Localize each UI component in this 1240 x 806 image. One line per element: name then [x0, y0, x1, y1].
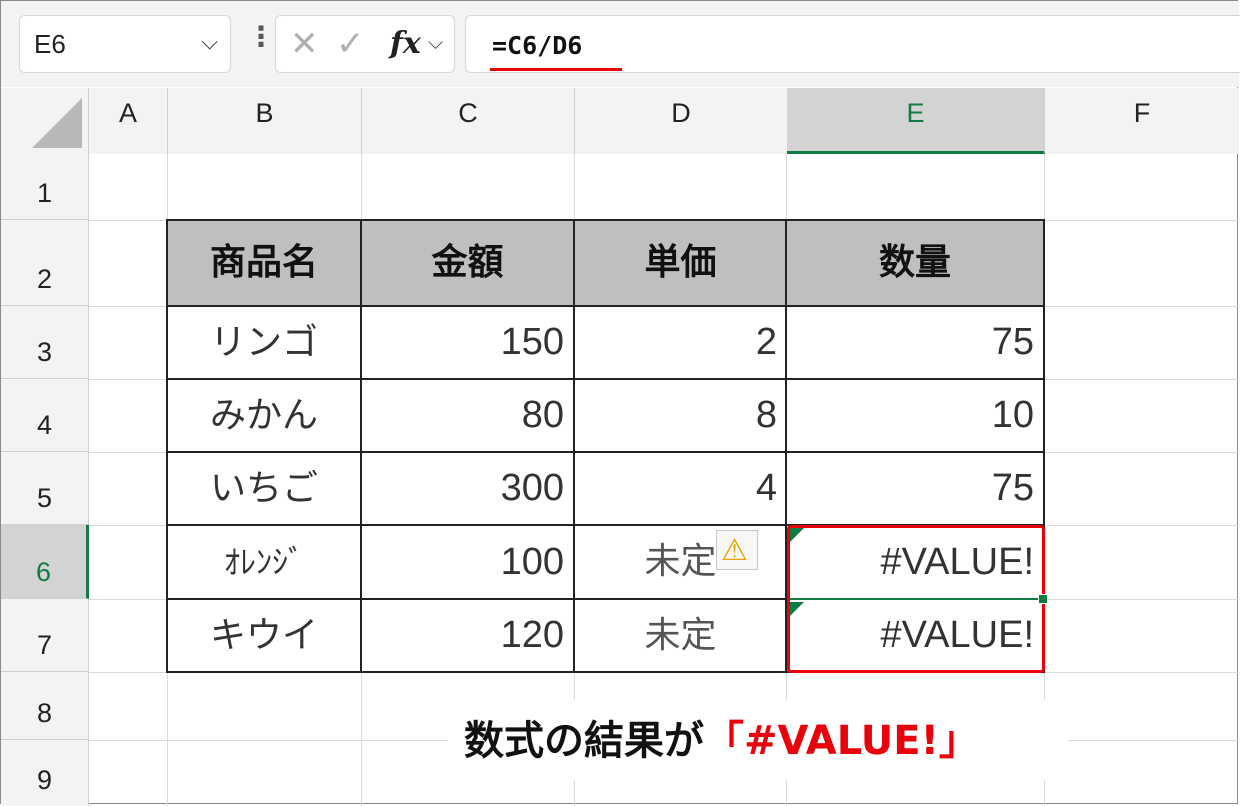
table-border — [166, 305, 1045, 307]
table-cell[interactable]: 未定 — [574, 599, 787, 672]
table-cell[interactable]: 10 — [786, 379, 1044, 452]
caption-prefix: 数式の結果が — [464, 718, 704, 764]
table-header-quantity[interactable]: 数量 — [786, 220, 1044, 306]
row-header-8[interactable]: 8 — [1, 672, 89, 740]
column-header-a[interactable]: A — [89, 88, 168, 154]
column-headers: A B C D E F — [1, 88, 1239, 154]
formula-bar-area: E6 ⌵ ⋮ ✕ ✓ fx ⌵ =C6/D6 — [1, 1, 1240, 87]
table-cell[interactable]: リンゴ — [167, 306, 361, 379]
table-border — [573, 219, 575, 673]
cell-selection-border — [790, 598, 1042, 600]
table-header-product[interactable]: 商品名 — [167, 220, 361, 306]
table-cell[interactable]: 120 — [361, 599, 574, 672]
row-header-9[interactable]: 9 — [1, 740, 89, 806]
table-border — [166, 219, 168, 673]
table-cell[interactable]: いちご — [167, 452, 361, 525]
row-header-4[interactable]: 4 — [1, 379, 89, 452]
formula-underline — [490, 68, 622, 71]
table-border — [360, 219, 362, 673]
formula-text: =C6/D6 — [492, 31, 583, 60]
caption-text: 数式の結果が「#VALUE!」 — [464, 708, 979, 766]
formula-input[interactable]: =C6/D6 — [465, 15, 1240, 73]
row-header-6[interactable]: 6 — [1, 525, 89, 599]
table-cell[interactable]: キウイ — [167, 599, 361, 672]
table-cell[interactable]: 100 — [361, 525, 574, 599]
error-warning-button[interactable]: ⚠ — [716, 530, 758, 570]
table-border — [166, 219, 1045, 221]
more-options-icon[interactable]: ⋮ — [247, 23, 275, 51]
chevron-down-icon[interactable]: ⌵ — [428, 30, 443, 54]
table-cell[interactable]: 4 — [574, 452, 787, 525]
insert-function-icon[interactable]: fx — [390, 26, 421, 61]
table-cell[interactable]: 300 — [361, 452, 574, 525]
table-cell[interactable]: 75 — [786, 452, 1044, 525]
table-border — [166, 451, 1045, 453]
formula-buttons: ✕ ✓ fx ⌵ — [275, 15, 455, 73]
enter-icon[interactable]: ✓ — [336, 24, 365, 64]
row-header-2[interactable]: 2 — [1, 220, 89, 306]
name-box[interactable]: E6 ⌵ — [19, 15, 231, 73]
column-header-e[interactable]: E — [787, 88, 1045, 154]
table-cell[interactable]: 80 — [361, 379, 574, 452]
fill-handle[interactable] — [1038, 594, 1048, 604]
column-header-b[interactable]: B — [168, 88, 362, 154]
table-cell[interactable]: 150 — [361, 306, 574, 379]
row-header-5[interactable]: 5 — [1, 452, 89, 525]
row-header-3[interactable]: 3 — [1, 306, 89, 379]
column-header-f[interactable]: F — [1045, 88, 1239, 154]
column-header-d[interactable]: D — [575, 88, 788, 154]
table-border — [166, 378, 1045, 380]
chevron-down-icon[interactable]: ⌵ — [201, 30, 218, 55]
table-header-unit-price[interactable]: 単価 — [574, 220, 787, 306]
table-cell[interactable]: ｵﾚﾝｼﾞ — [167, 525, 361, 599]
row-header-7[interactable]: 7 — [1, 599, 89, 672]
name-box-value: E6 — [34, 29, 66, 59]
table-cell[interactable]: 2 — [574, 306, 787, 379]
column-header-c[interactable]: C — [362, 88, 575, 154]
table-cell[interactable]: 8 — [574, 379, 787, 452]
table-cell[interactable]: 75 — [786, 306, 1044, 379]
table-cell[interactable]: みかん — [167, 379, 361, 452]
caption-highlight: 「#VALUE!」 — [704, 718, 979, 764]
cancel-icon[interactable]: ✕ — [290, 24, 319, 64]
select-all-corner[interactable] — [1, 88, 89, 154]
row-header-1[interactable]: 1 — [1, 154, 89, 220]
warning-icon: ⚠ — [721, 533, 748, 568]
caption: 数式の結果が「#VALUE!」 — [448, 700, 1068, 780]
table-header-amount[interactable]: 金額 — [361, 220, 574, 306]
